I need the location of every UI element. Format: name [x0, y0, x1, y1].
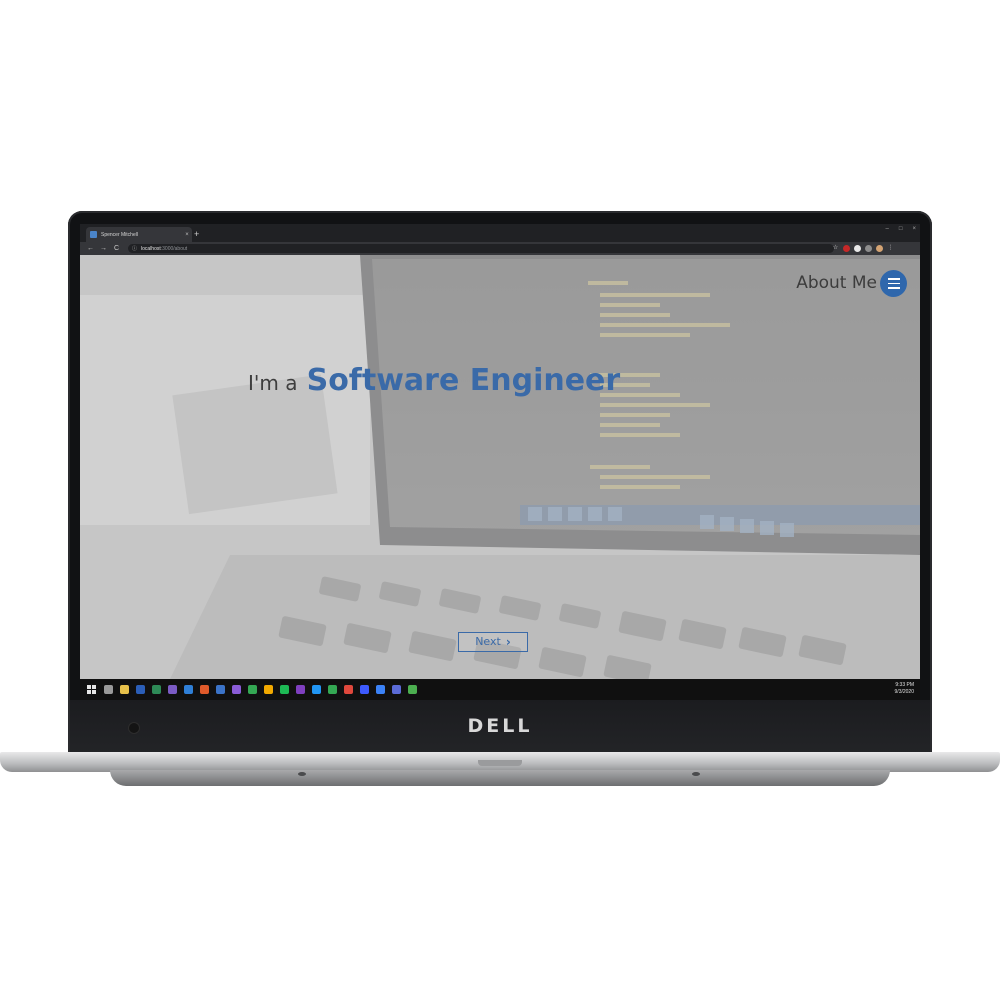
taskbar-app-icon[interactable] [328, 685, 337, 694]
taskbar-app-icon[interactable] [376, 685, 385, 694]
taskbar-app-icon[interactable] [136, 685, 145, 694]
taskbar-app-icon[interactable] [184, 685, 193, 694]
tab-close-icon[interactable]: × [182, 232, 192, 238]
browser-menu-icon[interactable]: ⋮ [887, 245, 894, 252]
window-controls: – □ × [886, 226, 916, 232]
taskbar-app-icon[interactable] [104, 685, 113, 694]
laptop-foot-pad [692, 772, 700, 776]
bookmark-star-icon[interactable]: ☆ [832, 245, 839, 252]
maximize-button[interactable]: □ [899, 226, 903, 232]
forward-button[interactable]: → [100, 242, 107, 255]
browser-toolbar: ← → C ⓘ localhost :3000/about ☆ ⋮ [80, 242, 920, 255]
browser-tab[interactable]: Spencer Mitchell × [86, 227, 192, 242]
clock-date: 9/3/2020 [894, 689, 914, 695]
page-viewport: About Me I'm a Software Engineer Next › [80, 255, 920, 679]
background-overlay [80, 255, 920, 679]
taskbar-app-icon[interactable] [344, 685, 353, 694]
menu-icon-bar [887, 278, 900, 280]
new-tab-button[interactable]: + [194, 227, 199, 241]
laptop-foot [110, 770, 890, 786]
laptop-hinge-notch [478, 760, 522, 766]
taskbar-app-icon[interactable] [312, 685, 321, 694]
taskbar-app-icon[interactable] [168, 685, 177, 694]
windows-taskbar: 9:33 PM 9/3/2020 [80, 679, 920, 700]
taskbar-app-icon[interactable] [264, 685, 273, 694]
windows-logo-icon [91, 690, 96, 694]
address-host: localhost [141, 245, 161, 252]
back-button[interactable]: ← [87, 242, 94, 255]
taskbar-app-icon[interactable] [360, 685, 369, 694]
webcam-icon [129, 723, 139, 733]
windows-logo-icon [86, 685, 91, 689]
windows-logo-icon [91, 685, 96, 689]
profile-avatar[interactable] [876, 245, 883, 252]
laptop-foot-pad [298, 772, 306, 776]
next-button[interactable]: Next › [458, 632, 528, 652]
site-info-icon[interactable]: ⓘ [132, 245, 137, 252]
extension-icon[interactable] [854, 245, 861, 252]
hamburger-menu-button[interactable] [880, 270, 907, 297]
minimize-button[interactable]: – [886, 226, 889, 232]
taskbar-app-icon[interactable] [248, 685, 257, 694]
dell-logo: DELL [467, 715, 533, 737]
taskbar-app-icon[interactable] [200, 685, 209, 694]
taskbar-app-icon[interactable] [232, 685, 241, 694]
reload-button[interactable]: C [114, 242, 119, 255]
hero-headline: I'm a Software Engineer [248, 363, 620, 398]
close-window-button[interactable]: × [912, 226, 916, 232]
extensions-puzzle-icon[interactable] [865, 245, 872, 252]
headline-role: Software Engineer [306, 363, 621, 398]
menu-icon-bar [887, 282, 900, 285]
extension-icons: ☆ ⋮ [832, 243, 894, 254]
next-button-label: Next [475, 635, 501, 648]
taskbar-app-icon[interactable] [152, 685, 161, 694]
taskbar-clock[interactable]: 9:33 PM 9/3/2020 [895, 682, 914, 696]
menu-icon-bar [887, 287, 900, 289]
nav-page-title[interactable]: About Me [796, 273, 877, 293]
taskbar-app-icon[interactable] [120, 685, 129, 694]
taskbar-app-icon[interactable] [280, 685, 289, 694]
favicon-icon [90, 231, 97, 238]
taskbar-app-icon[interactable] [408, 685, 417, 694]
windows-logo-icon [86, 690, 91, 694]
address-bar[interactable]: ⓘ localhost :3000/about [128, 244, 834, 253]
clock-time: 9:33 PM [895, 682, 914, 688]
tab-title: Spencer Mitchell [101, 231, 138, 238]
taskbar-app-icons [104, 685, 417, 694]
chevron-right-icon: › [505, 635, 511, 649]
headline-prefix: I'm a [248, 371, 298, 395]
taskbar-app-icon[interactable] [392, 685, 401, 694]
taskbar-app-icon[interactable] [296, 685, 305, 694]
address-path: :3000/about [160, 245, 188, 252]
browser-tabstrip: Spencer Mitchell × + – □ × [80, 224, 920, 242]
laptop-screen: Spencer Mitchell × + – □ × ← → C ⓘ local… [80, 224, 920, 700]
taskbar-app-icon[interactable] [216, 685, 225, 694]
extension-icon[interactable] [843, 245, 850, 252]
start-button[interactable] [84, 679, 98, 700]
